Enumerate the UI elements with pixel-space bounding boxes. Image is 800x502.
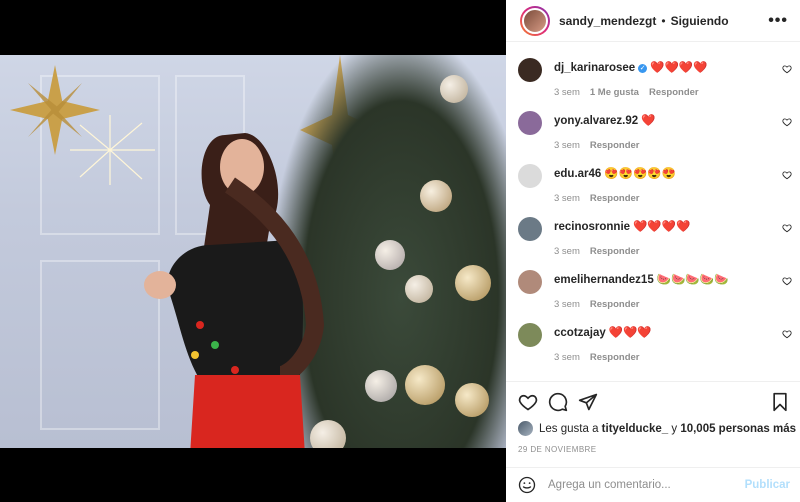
post-date[interactable]: 29 DE NOVIEMBRE (518, 445, 596, 454)
verified-badge-icon: ✓ (638, 64, 648, 73)
comment-text: ❤️❤️❤️❤️ (633, 221, 691, 233)
add-comment-bar: Publicar (506, 467, 800, 502)
reply-button[interactable]: Responder (649, 87, 699, 98)
comment-username[interactable]: yony.alvarez.92 (554, 115, 638, 127)
heart-icon[interactable] (782, 276, 792, 286)
reply-button[interactable]: Responder (590, 246, 640, 257)
share-icon[interactable] (578, 392, 598, 412)
ornament (455, 265, 491, 301)
heart-icon[interactable] (782, 329, 792, 339)
post-media[interactable] (0, 0, 506, 502)
bookmark-icon[interactable] (770, 392, 790, 412)
ornament (405, 365, 445, 405)
commenter-avatar[interactable] (518, 217, 542, 241)
comment-username[interactable]: edu.ar46 (554, 168, 601, 180)
comment-icon[interactable] (548, 392, 568, 412)
comment-time[interactable]: 3 sem (554, 299, 580, 310)
comment-username[interactable]: ccotzajay (554, 327, 606, 339)
publish-button[interactable]: Publicar (745, 479, 790, 491)
heart-icon[interactable] (782, 170, 792, 180)
comment-likes[interactable]: 1 Me gusta (590, 87, 639, 98)
ornament (365, 370, 397, 402)
likes-prefix: Les gusta a (539, 422, 599, 435)
heart-icon[interactable] (782, 223, 792, 233)
comment-text: ❤️❤️❤️❤️ (650, 62, 708, 74)
follow-status-button[interactable]: Siguiendo (671, 14, 729, 28)
post-header: sandy_mendezgt • Siguiendo ••• (506, 0, 800, 42)
comment-time[interactable]: 3 sem (554, 140, 580, 151)
liker-username[interactable]: tityelducke_ (602, 423, 668, 435)
heart-icon[interactable] (782, 64, 792, 74)
post-side-panel: sandy_mendezgt • Siguiendo ••• dj_karina… (506, 0, 800, 502)
commenter-avatar[interactable] (518, 164, 542, 188)
emoji-icon[interactable] (518, 476, 536, 494)
likes-middle: y (671, 422, 678, 435)
reply-button[interactable]: Responder (590, 193, 640, 204)
comment-item: ccotzajay ❤️❤️❤️ 3 sem Responder (506, 317, 800, 370)
separator-dot: • (661, 13, 666, 28)
ornament (405, 275, 433, 303)
ornament (440, 75, 468, 103)
heart-icon[interactable] (518, 392, 538, 412)
commenter-avatar[interactable] (518, 111, 542, 135)
likes-count[interactable]: 10,005 personas más (680, 423, 796, 435)
comment-item: yony.alvarez.92 ❤️ 3 sem Responder (506, 105, 800, 158)
reply-button[interactable]: Responder (590, 140, 640, 151)
post-username[interactable]: sandy_mendezgt (559, 14, 656, 28)
comment-input[interactable] (548, 479, 748, 491)
comment-item: dj_karinarosee ✓ ❤️❤️❤️❤️ 3 sem 1 Me gusta R… (506, 52, 800, 105)
comment-time[interactable]: 3 sem (554, 193, 580, 204)
post-photo[interactable] (0, 55, 506, 448)
reply-button[interactable]: Responder (590, 299, 640, 310)
comment-time[interactable]: 3 sem (554, 87, 580, 98)
comment-text: 😍😍😍😍😍 (604, 168, 676, 180)
liker-avatar[interactable] (518, 421, 533, 436)
instagram-post-viewer: sandy_mendezgt • Siguiendo ••• dj_karina… (0, 0, 800, 502)
ornament (420, 180, 452, 212)
reply-button[interactable]: Responder (590, 352, 640, 363)
more-icon[interactable]: ••• (768, 12, 788, 30)
comment-list[interactable]: dj_karinarosee ✓ ❤️❤️❤️❤️ 3 sem 1 Me gusta R… (506, 52, 800, 380)
comment-item: edu.ar46 😍😍😍😍😍 3 sem Responder (506, 158, 800, 211)
comment-item: recinosronnie ❤️❤️❤️❤️ 3 sem Responder (506, 211, 800, 264)
comment-username[interactable]: emelihernandez15 (554, 274, 654, 286)
woman-figure (144, 133, 325, 448)
comment-username[interactable]: dj_karinarosee (554, 62, 635, 74)
comment-time[interactable]: 3 sem (554, 246, 580, 257)
comment-time[interactable]: 3 sem (554, 352, 580, 363)
heart-icon[interactable] (782, 117, 792, 127)
comment-text: ❤️❤️❤️ (608, 327, 652, 339)
comment-text: ❤️ (641, 115, 656, 127)
ornament (375, 240, 405, 270)
commenter-avatar[interactable] (518, 323, 542, 347)
comment-text: 🍉🍉🍉🍉🍉 (656, 274, 729, 286)
commenter-avatar[interactable] (518, 58, 542, 82)
comment-item: emelihernandez15 🍉🍉🍉🍉🍉 3 sem Responder (506, 264, 800, 317)
commenter-avatar[interactable] (518, 270, 542, 294)
ornament (455, 383, 489, 417)
comment-username[interactable]: recinosronnie (554, 221, 630, 233)
post-actions-bar (506, 381, 800, 421)
likes-summary: Les gusta a tityelducke_ y 10,005 person… (518, 421, 796, 436)
avatar[interactable] (520, 5, 550, 36)
